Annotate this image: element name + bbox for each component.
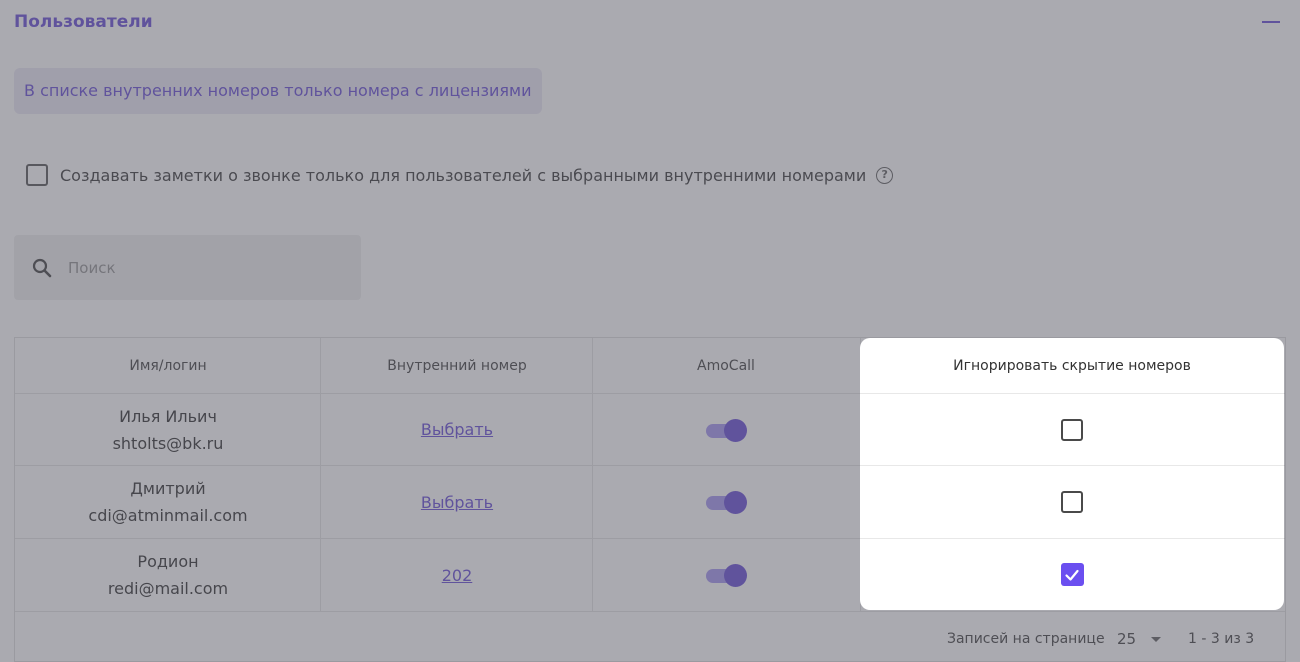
search-input[interactable] — [68, 258, 328, 277]
search-icon — [32, 258, 52, 277]
pagination-range: 1 - 3 из 3 — [1188, 631, 1255, 647]
user-login: redi@mail.com — [107, 579, 229, 598]
user-login: cdi@atminmail.com — [88, 506, 248, 525]
amocall-toggle[interactable] — [706, 564, 747, 587]
per-page-label: Записей на странице — [947, 631, 1105, 647]
user-name: Илья Ильич — [119, 406, 217, 426]
select-extension-link[interactable]: Выбрать — [421, 493, 493, 512]
header-name: Имя/логин — [129, 357, 207, 374]
extension-number-link[interactable]: 202 — [442, 566, 473, 585]
amocall-toggle[interactable] — [706, 491, 747, 514]
header-extension: Внутренний номер — [387, 357, 527, 374]
user-login: shtolts@bk.ru — [112, 433, 224, 453]
help-icon[interactable]: ? — [876, 166, 894, 184]
ignore-hiding-column: Игнорировать скрытие номеров — [860, 338, 1284, 610]
per-page-select[interactable]: 25 — [1117, 630, 1136, 648]
notes-option-row: Создавать заметки о звонке только для по… — [26, 163, 894, 187]
notes-option-label: Создавать заметки о звонке только для по… — [60, 165, 867, 185]
header-ignore-hiding: Игнорировать скрытие номеров — [953, 357, 1191, 374]
notes-option-checkbox[interactable] — [26, 164, 48, 186]
table-row: Родион redi@mail.com — [15, 539, 321, 611]
header-amocall: AmoCall — [697, 357, 755, 374]
search-box — [14, 235, 361, 300]
collapse-icon[interactable] — [1262, 21, 1280, 23]
user-name: Дмитрий — [130, 479, 206, 498]
info-banner: В списке внутренних номеров только номер… — [14, 68, 542, 114]
chevron-down-icon[interactable] — [1151, 637, 1161, 642]
amocall-toggle[interactable] — [706, 418, 747, 442]
section-title: Пользователи — [14, 12, 153, 32]
ignore-hiding-checkbox-checked[interactable] — [1060, 563, 1084, 586]
select-extension-link[interactable]: Выбрать — [421, 420, 493, 439]
ignore-hiding-checkbox[interactable] — [1061, 490, 1083, 513]
table-row: Дмитрий cdi@atminmail.com — [15, 466, 321, 538]
checkmark-icon — [1065, 569, 1079, 581]
table-row: Илья Ильич shtolts@bk.ru — [15, 394, 321, 465]
user-name: Родион — [137, 552, 199, 571]
ignore-hiding-checkbox[interactable] — [1061, 418, 1083, 441]
